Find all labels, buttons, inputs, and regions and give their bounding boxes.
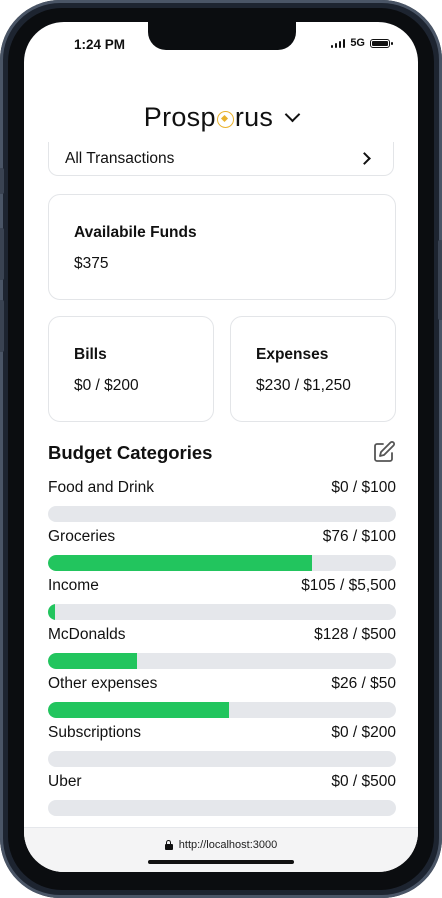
brand-logo: Prosp rus [144,102,273,133]
url-text: http://localhost:3000 [178,839,278,851]
category-amount: $0 / $200 [331,724,396,741]
category-name: Subscriptions [48,724,142,741]
category-row[interactable]: Groceries $76 / $100 [48,527,396,571]
category-name: Uber [48,773,82,790]
mute-switch [0,168,4,194]
screen: 1:24 PM 5G Prosp rus All Transactions Av… [24,22,418,872]
expenses-title: Expenses [256,346,329,363]
chevron-right-icon [358,152,371,165]
brand-suffix: rus [234,102,274,132]
category-name: Food and Drink [48,479,154,496]
bills-value: $0 / $200 [74,377,139,394]
bills-title: Bills [74,346,107,363]
category-row[interactable]: McDonalds $128 / $500 [48,625,396,669]
category-progress-fill [48,702,229,718]
edit-icon[interactable] [372,440,396,464]
category-name: Other expenses [48,675,158,692]
category-amount: $128 / $500 [314,626,396,643]
category-progress-fill [48,604,55,620]
browser-url-bar[interactable]: http://localhost:3000 [24,827,418,872]
category-progress-fill [48,555,313,571]
expenses-value: $230 / $1,250 [256,377,351,394]
category-progress-bar [48,751,396,767]
brand-prefix: Prosp [143,102,216,132]
volume-down-button [0,300,4,352]
funds-title: Availabile Funds [74,224,197,241]
budget-categories-title: Budget Categories [48,442,213,463]
category-row[interactable]: Food and Drink $0 / $100 [48,478,396,522]
category-amount: $105 / $5,500 [301,577,396,594]
category-amount: $76 / $100 [322,528,396,545]
power-button [438,240,442,320]
volume-up-button [0,228,4,280]
network-label: 5G [350,37,365,49]
bills-card: Bills $0 / $200 [48,316,214,422]
category-amount: $0 / $100 [331,479,396,496]
category-name: Income [48,577,99,594]
category-progress-bar [48,555,396,571]
category-progress-bar [48,653,396,669]
category-progress-bar [48,702,396,718]
category-name: Groceries [48,528,116,545]
compass-logo-icon [216,111,234,128]
notch [148,22,296,50]
category-progress-bar [48,506,396,522]
lock-icon [164,840,173,850]
category-progress-fill [48,653,138,669]
category-progress-bar [48,800,396,816]
all-transactions-link[interactable]: All Transactions [48,142,394,176]
status-time: 1:24 PM [74,37,126,52]
available-funds-card: Availabile Funds $375 [48,194,396,300]
category-amount: $0 / $500 [331,773,396,790]
expenses-card: Expenses $230 / $1,250 [230,316,396,422]
category-row[interactable]: Income $105 / $5,500 [48,576,396,620]
home-indicator[interactable] [148,860,294,864]
category-progress-bar [48,604,396,620]
category-amount: $26 / $50 [331,675,396,692]
category-row[interactable]: Uber $0 / $500 [48,772,396,816]
battery-icon [370,38,393,48]
all-transactions-label: All Transactions [65,149,175,167]
brand-header[interactable]: Prosp rus [24,102,418,133]
category-name: McDonalds [48,626,126,643]
phone-frame: 1:24 PM 5G Prosp rus All Transactions Av… [0,0,442,898]
status-indicators: 5G [330,37,393,49]
category-row[interactable]: Other expenses $26 / $50 [48,674,396,718]
signal-icon [330,38,346,48]
chevron-down-icon[interactable] [284,106,301,123]
funds-value: $375 [74,255,109,272]
url-display[interactable]: http://localhost:3000 [24,839,418,851]
category-row[interactable]: Subscriptions $0 / $200 [48,723,396,767]
